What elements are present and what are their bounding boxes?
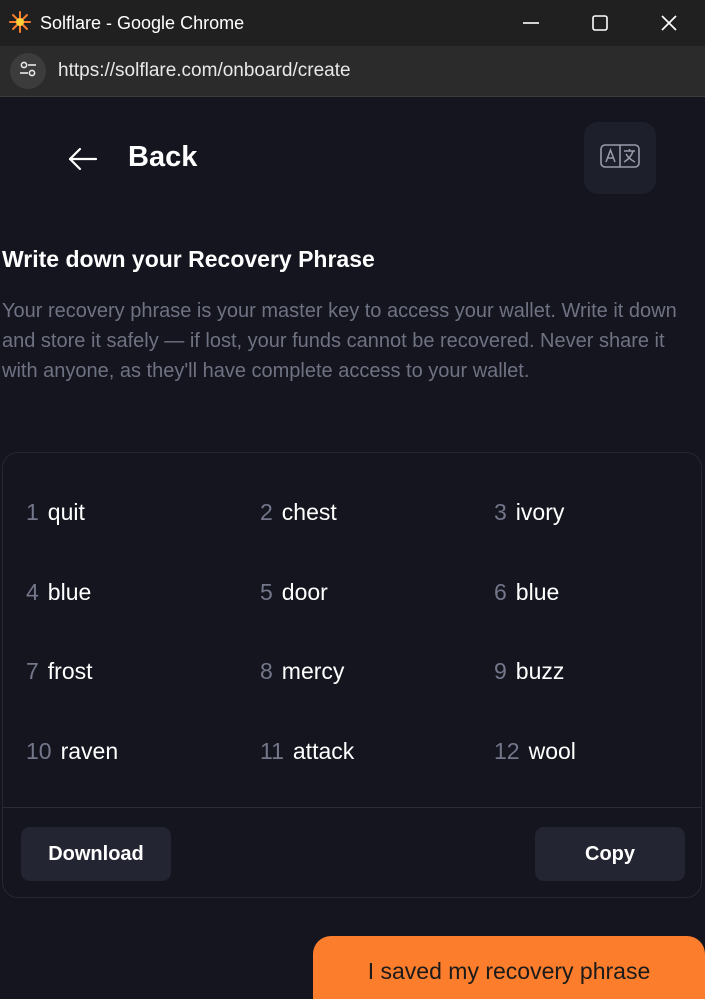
phrase-word: 11 attack: [260, 738, 354, 765]
word-index: 7: [26, 658, 39, 684]
word-index: 2: [260, 499, 273, 525]
recovery-phrase-card: 1 quit 2 chest 3 ivory 4 blue 5 door 6 b…: [2, 452, 702, 898]
word-index: 5: [260, 579, 273, 605]
word-text: ivory: [515, 499, 565, 525]
word-index: 11: [260, 738, 284, 764]
card-divider: [3, 807, 701, 808]
phrase-word: 9 buzz: [494, 658, 564, 685]
word-index: 9: [494, 658, 507, 684]
word-text: blue: [515, 579, 560, 605]
back-button[interactable]: [66, 143, 98, 175]
word-index: 1: [26, 499, 39, 525]
word-index: 3: [494, 499, 507, 525]
word-text: wool: [528, 738, 576, 764]
language-button[interactable]: [584, 122, 656, 194]
word-text: door: [281, 579, 328, 605]
phrase-word: 1 quit: [26, 499, 85, 526]
browser-window: Solflare - Google Chrome https://solflar…: [0, 0, 705, 999]
word-text: chest: [281, 499, 337, 525]
word-text: attack: [292, 738, 355, 764]
copy-button[interactable]: Copy: [535, 827, 685, 881]
phrase-word: 5 door: [260, 579, 328, 606]
minimize-button[interactable]: [497, 0, 565, 46]
close-icon: [660, 14, 678, 32]
back-label[interactable]: Back: [128, 141, 197, 174]
url-field[interactable]: https://solflare.com/onboard/create: [58, 60, 351, 82]
phrase-word: 6 blue: [494, 579, 559, 606]
phrase-word: 7 frost: [26, 658, 93, 685]
minimize-icon: [522, 14, 540, 32]
phrase-word: 3 ivory: [494, 499, 564, 526]
translate-icon: [600, 142, 640, 175]
word-index: 8: [260, 658, 273, 684]
phrase-word: 12 wool: [494, 738, 576, 765]
word-index: 10: [26, 738, 52, 764]
download-button[interactable]: Download: [21, 827, 171, 881]
phrase-word: 10 raven: [26, 738, 118, 765]
window-title: Solflare - Google Chrome: [40, 13, 245, 33]
phrase-word: 8 mercy: [260, 658, 344, 685]
address-bar: https://solflare.com/onboard/create: [0, 46, 705, 97]
word-text: blue: [47, 579, 92, 605]
word-text: frost: [47, 658, 93, 684]
word-text: mercy: [281, 658, 345, 684]
site-settings-icon: [18, 59, 38, 84]
word-index: 12: [494, 738, 520, 764]
word-text: quit: [47, 499, 85, 525]
word-index: 4: [26, 579, 39, 605]
site-info-button[interactable]: [10, 53, 46, 89]
close-window-button[interactable]: [635, 0, 703, 46]
word-text: buzz: [515, 658, 565, 684]
saved-recovery-phrase-button[interactable]: I saved my recovery phrase: [313, 936, 705, 999]
title-bar: Solflare - Google Chrome: [0, 0, 705, 46]
word-text: raven: [60, 738, 119, 764]
page-description: Your recovery phrase is your master key …: [2, 300, 677, 382]
page-title: Write down your Recovery Phrase: [2, 246, 375, 272]
solflare-logo-icon: [9, 11, 31, 33]
arrow-left-icon: [66, 147, 98, 179]
word-index: 6: [494, 579, 507, 605]
maximize-icon: [591, 14, 609, 32]
maximize-button[interactable]: [566, 0, 634, 46]
phrase-word: 2 chest: [260, 499, 337, 526]
phrase-word: 4 blue: [26, 579, 91, 606]
